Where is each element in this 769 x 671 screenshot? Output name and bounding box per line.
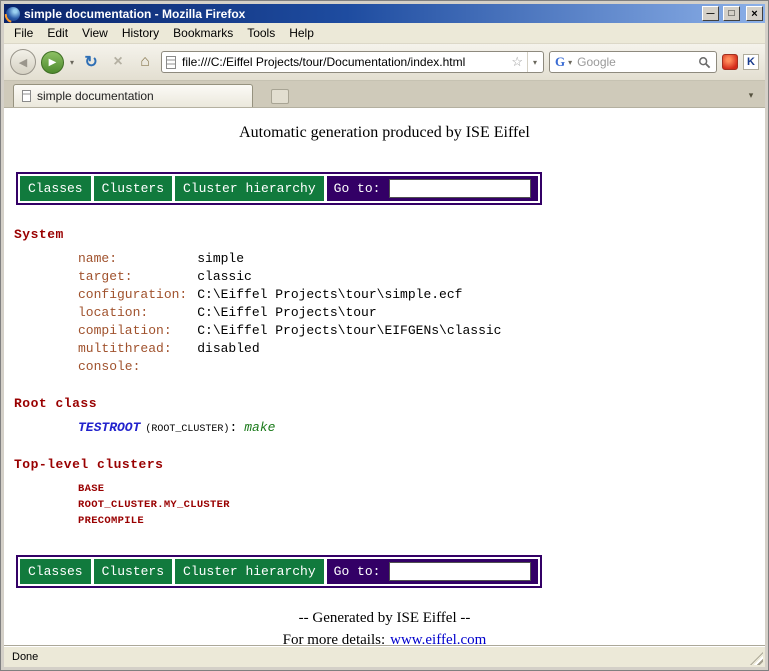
root-class-heading: Root class bbox=[14, 396, 757, 411]
bookmark-star-icon[interactable]: ☆ bbox=[511, 54, 523, 70]
window-inner: simple documentation - Mozilla Firefox —… bbox=[4, 4, 765, 667]
system-value bbox=[197, 359, 757, 374]
goto-input-bottom[interactable] bbox=[389, 562, 531, 581]
maximize-button[interactable]: □ bbox=[723, 6, 740, 21]
url-bar[interactable]: ☆ ▾ bbox=[161, 51, 544, 73]
classes-button[interactable]: Classes bbox=[20, 176, 91, 201]
system-value: classic bbox=[197, 269, 757, 284]
cluster-link-root-cluster-my-cluster[interactable]: ROOT_CLUSTER.MY_CLUSTER bbox=[78, 497, 757, 513]
addon-icon-2[interactable]: K bbox=[743, 54, 759, 70]
resize-grip[interactable] bbox=[750, 652, 763, 665]
system-value: simple bbox=[197, 251, 757, 266]
search-engine-dropdown-icon[interactable]: ▾ bbox=[568, 58, 572, 67]
details-text: For more details: bbox=[283, 632, 385, 645]
clusters-button[interactable]: Clusters bbox=[94, 176, 172, 201]
goto-input[interactable] bbox=[389, 179, 531, 198]
menu-tools[interactable]: Tools bbox=[240, 24, 282, 42]
goto-section: Go to: bbox=[327, 176, 539, 201]
system-properties: name: simple target: classic configuration… bbox=[78, 251, 757, 374]
home-button[interactable]: ⌂ bbox=[134, 50, 156, 74]
stop-button[interactable]: × bbox=[107, 50, 129, 74]
system-key: compilation: bbox=[78, 323, 187, 338]
history-dropdown-icon[interactable]: ▾ bbox=[69, 58, 75, 67]
tab-simple-documentation[interactable]: simple documentation bbox=[13, 84, 253, 107]
root-class-line: TESTROOT (ROOT_CLUSTER): make bbox=[78, 420, 757, 435]
list-all-tabs-button[interactable]: ▾ bbox=[742, 86, 760, 104]
search-input[interactable] bbox=[575, 54, 695, 70]
status-text: Done bbox=[12, 651, 38, 663]
new-tab-button[interactable] bbox=[271, 89, 289, 104]
system-value: C:\Eiffel Projects\tour bbox=[197, 305, 757, 320]
window-title: simple documentation - Mozilla Firefox bbox=[24, 7, 698, 21]
system-key: target: bbox=[78, 269, 187, 284]
url-input[interactable] bbox=[180, 54, 507, 70]
system-value: C:\Eiffel Projects\tour\simple.ecf bbox=[197, 287, 757, 302]
system-value: C:\Eiffel Projects\tour\EIFGENs\classic bbox=[197, 323, 757, 338]
menubar: File Edit View History Bookmarks Tools H… bbox=[4, 23, 765, 44]
system-value: disabled bbox=[197, 341, 757, 356]
google-logo-icon: G bbox=[555, 54, 565, 70]
page-icon bbox=[166, 56, 176, 69]
root-class-link[interactable]: TESTROOT bbox=[78, 420, 140, 435]
clusters-button-bottom[interactable]: Clusters bbox=[94, 559, 172, 584]
root-class-colon: : bbox=[229, 420, 237, 435]
cluster-hierarchy-button[interactable]: Cluster hierarchy bbox=[175, 176, 324, 201]
back-icon: ◀ bbox=[19, 56, 27, 69]
details-line: For more details: www.eiffel.com bbox=[12, 632, 757, 645]
forward-button[interactable]: ▶ bbox=[41, 51, 64, 74]
goto-label: Go to: bbox=[334, 181, 381, 196]
cluster-hierarchy-button-bottom[interactable]: Cluster hierarchy bbox=[175, 559, 324, 584]
status-bar: Done bbox=[4, 645, 765, 667]
search-icon[interactable] bbox=[698, 56, 711, 69]
addon-icon-1[interactable] bbox=[722, 54, 738, 70]
reload-button[interactable]: ↻ bbox=[80, 50, 102, 74]
cluster-link-base[interactable]: BASE bbox=[78, 481, 757, 497]
url-dropdown-icon[interactable]: ▾ bbox=[527, 52, 542, 72]
system-key: multithread: bbox=[78, 341, 187, 356]
menu-file[interactable]: File bbox=[7, 24, 40, 42]
tab-label: simple documentation bbox=[37, 89, 154, 103]
doc-navbar-top: Classes Clusters Cluster hierarchy Go to… bbox=[16, 172, 542, 205]
firefox-window: simple documentation - Mozilla Firefox —… bbox=[0, 0, 769, 671]
system-key: location: bbox=[78, 305, 187, 320]
document-icon bbox=[22, 90, 31, 102]
generated-note: -- Generated by ISE Eiffel -- bbox=[12, 610, 757, 627]
firefox-logo-icon bbox=[6, 7, 20, 21]
menu-bookmarks[interactable]: Bookmarks bbox=[166, 24, 240, 42]
system-heading: System bbox=[14, 227, 757, 242]
close-button[interactable]: × bbox=[746, 6, 763, 21]
goto-label-bottom: Go to: bbox=[334, 564, 381, 579]
menu-edit[interactable]: Edit bbox=[40, 24, 75, 42]
back-button[interactable]: ◀ bbox=[10, 49, 36, 75]
minimize-button[interactable]: — bbox=[702, 6, 719, 21]
nav-toolbar: ◀ ▶ ▾ ↻ × ⌂ ☆ ▾ G ▾ K bbox=[4, 44, 765, 81]
menu-history[interactable]: History bbox=[115, 24, 166, 42]
doc-navbar-bottom: Classes Clusters Cluster hierarchy Go to… bbox=[16, 555, 542, 588]
goto-section-bottom: Go to: bbox=[327, 559, 539, 584]
forward-icon: ▶ bbox=[49, 57, 57, 68]
root-cluster-ref: (ROOT_CLUSTER) bbox=[145, 424, 229, 435]
search-bar[interactable]: G ▾ bbox=[549, 51, 717, 73]
system-key: configuration: bbox=[78, 287, 187, 302]
creation-feature-link[interactable]: make bbox=[244, 420, 275, 435]
menu-view[interactable]: View bbox=[75, 24, 115, 42]
classes-button-bottom[interactable]: Classes bbox=[20, 559, 91, 584]
page-heading: Automatic generation produced by ISE Eif… bbox=[12, 124, 757, 142]
system-key: console: bbox=[78, 359, 187, 374]
menu-help[interactable]: Help bbox=[282, 24, 321, 42]
tab-bar: simple documentation ▾ bbox=[4, 81, 765, 108]
titlebar[interactable]: simple documentation - Mozilla Firefox —… bbox=[4, 4, 765, 23]
clusters-heading: Top-level clusters bbox=[14, 457, 757, 472]
page-content: Automatic generation produced by ISE Eif… bbox=[4, 108, 765, 645]
cluster-link-precompile[interactable]: PRECOMPILE bbox=[78, 513, 757, 529]
eiffel-website-link[interactable]: www.eiffel.com bbox=[390, 632, 486, 645]
system-key: name: bbox=[78, 251, 187, 266]
